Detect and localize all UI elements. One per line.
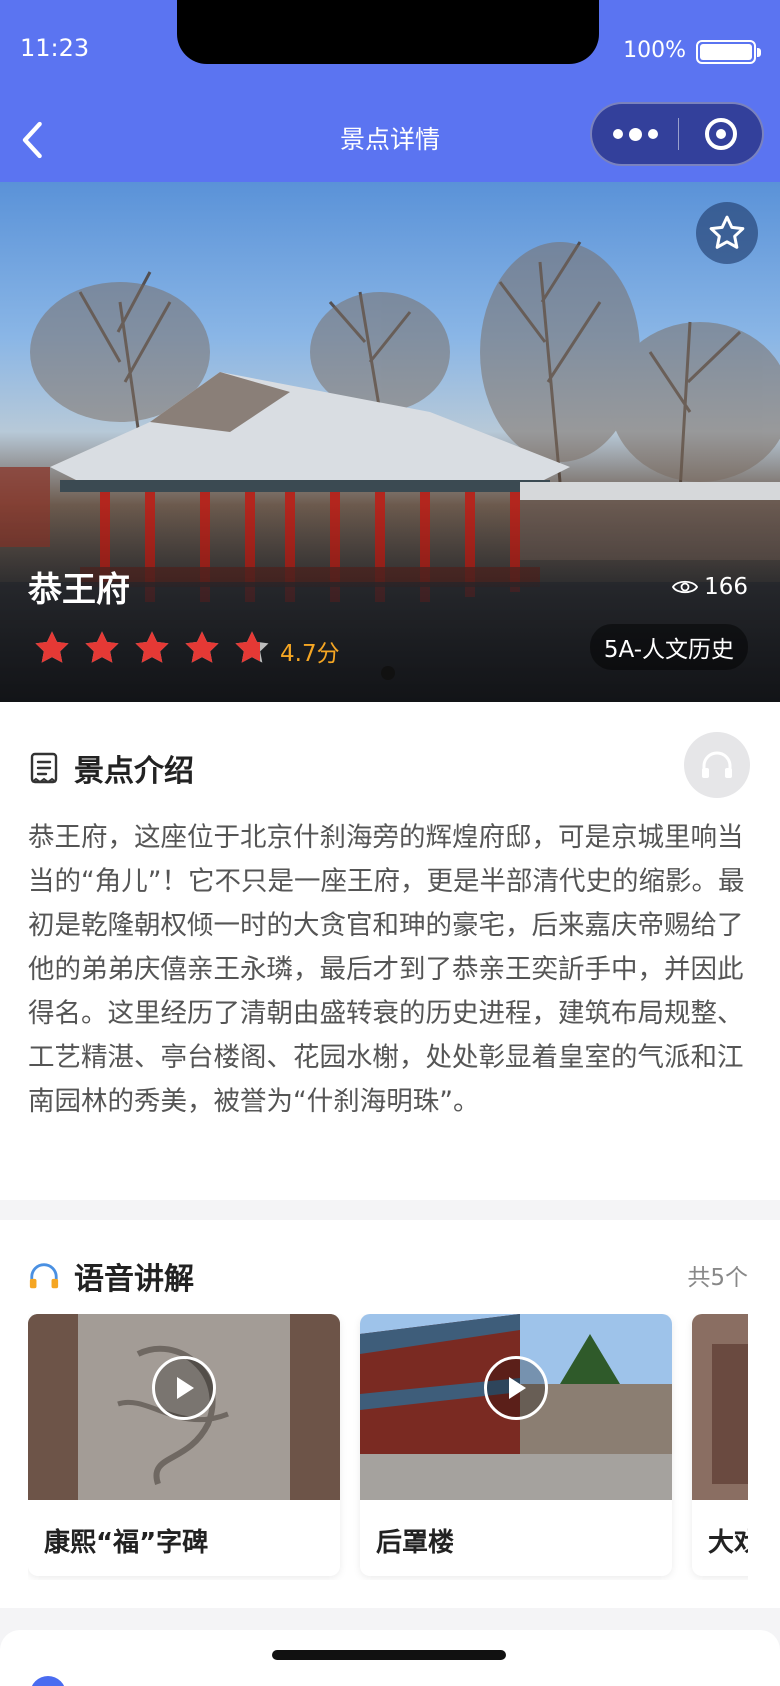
star-outline-icon — [709, 215, 745, 249]
play-icon — [177, 1377, 194, 1399]
rating-score: 4.7分 — [280, 641, 340, 667]
view-count: 166 — [672, 574, 748, 600]
favorite-button[interactable] — [696, 202, 758, 264]
target-icon — [704, 118, 737, 150]
star-icon — [35, 631, 69, 663]
headphones-icon — [29, 1263, 59, 1289]
eye-icon — [672, 580, 699, 594]
guide-header: 语音讲解 — [28, 1254, 194, 1298]
hero-banner[interactable]: 恭王府 166 4.7分 5A-人文历史 — [0, 182, 780, 702]
document-icon — [30, 752, 58, 784]
intro-text: 恭王府，这座位于北京什刹海旁的辉煌府邸，可是京城里响当当的“角儿”！它不只是一座… — [28, 822, 745, 1117]
star-icon — [135, 631, 169, 663]
battery-icon — [696, 40, 761, 64]
audio-guide-section: 语音讲解 共5个 康熙“福”字碑 后罩楼 大戏 — [0, 1220, 780, 1608]
guide-card[interactable]: 大戏 — [692, 1314, 748, 1576]
guide-card[interactable]: 康熙“福”字碑 — [28, 1314, 340, 1576]
star-icon — [85, 631, 119, 663]
rating-stars — [32, 628, 272, 668]
intro-header: 景点介绍 — [28, 746, 194, 790]
theater-photo — [692, 1314, 748, 1500]
guide-card-title: 大戏 — [708, 1528, 748, 1558]
guide-card-title: 后罩楼 — [376, 1528, 455, 1558]
more-menu-button[interactable] — [592, 104, 678, 164]
home-indicator[interactable] — [272, 1650, 506, 1660]
carousel-indicator[interactable] — [381, 666, 395, 680]
intro-section: 景点介绍 恭王府，这座位于北京什刹海旁的辉煌府邸，可是京城里响当当的“角儿”！它… — [0, 702, 780, 1200]
mini-program-capsule — [590, 102, 764, 166]
star-icon — [185, 631, 219, 663]
guide-count: 共5个 — [687, 1265, 748, 1291]
spot-name: 恭王府 — [28, 570, 130, 610]
star-icon — [235, 631, 269, 663]
play-button[interactable] — [152, 1356, 216, 1420]
guide-title: 语音讲解 — [74, 1262, 194, 1297]
battery-percent: 100% — [623, 38, 686, 63]
guide-card[interactable]: 后罩楼 — [360, 1314, 672, 1576]
category-tag: 5A-人文历史 — [589, 624, 748, 670]
status-time: 11:23 — [20, 34, 90, 62]
guide-card-list[interactable]: 康熙“福”字碑 后罩楼 大戏 — [28, 1314, 748, 1580]
device-notch — [177, 0, 599, 64]
guide-card-title: 康熙“福”字碑 — [44, 1528, 209, 1558]
play-icon — [509, 1377, 526, 1399]
play-button[interactable] — [484, 1356, 548, 1420]
play-intro-audio-button[interactable] — [684, 732, 750, 798]
close-mini-program-button[interactable] — [679, 104, 762, 164]
view-count-value: 166 — [704, 574, 748, 600]
top-bar: 11:23 100% 景点详情 — [0, 0, 780, 182]
headphones-icon — [702, 751, 732, 778]
intro-title: 景点介绍 — [74, 754, 194, 789]
